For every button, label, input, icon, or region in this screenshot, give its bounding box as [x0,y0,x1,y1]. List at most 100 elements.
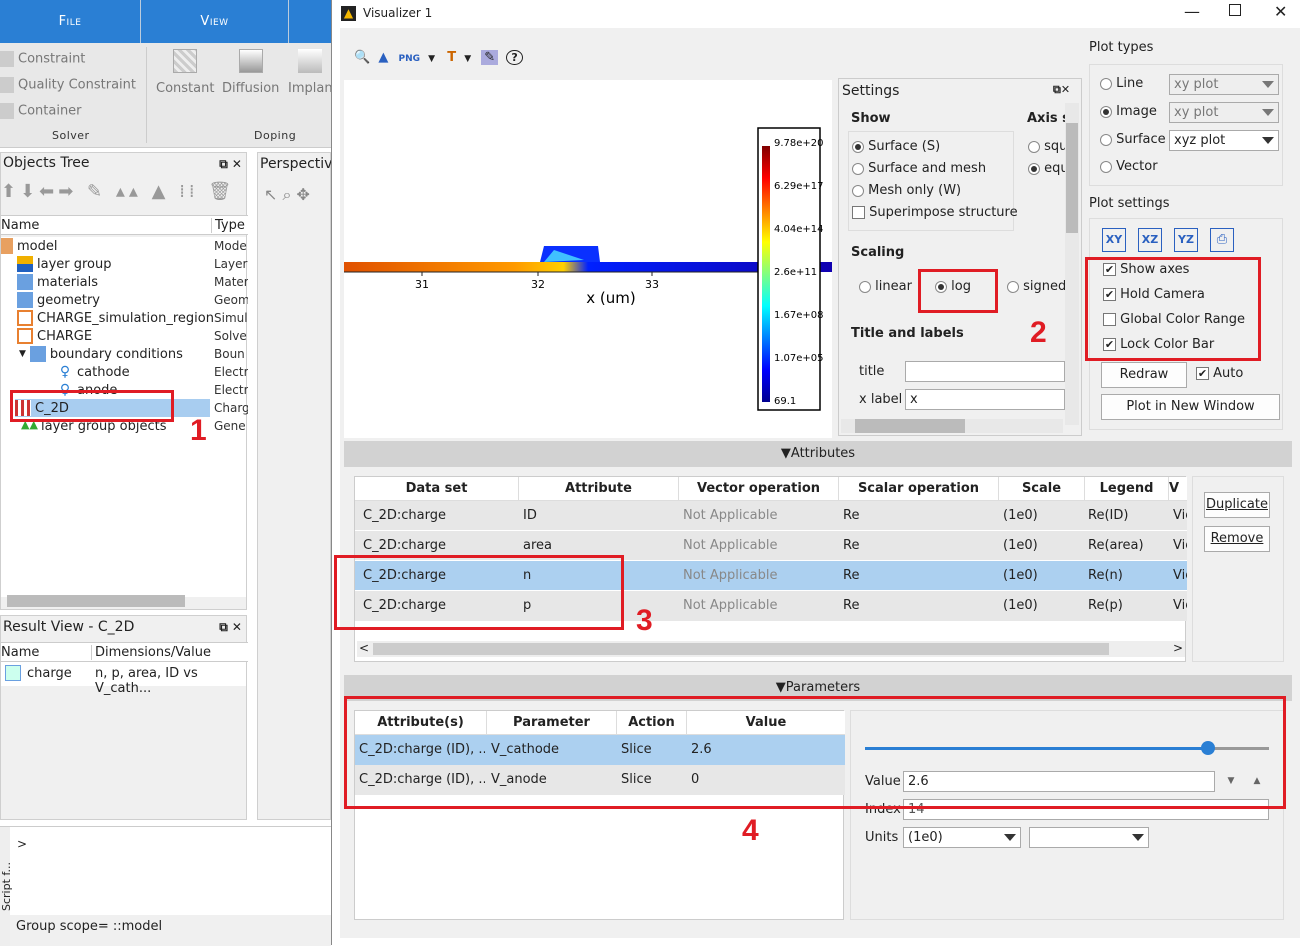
ribbon-implant[interactable]: Implan [288,49,333,96]
plot-new-window-button[interactable]: Plot in New Window [1101,394,1280,420]
attributes-hscroll[interactable]: < > [357,641,1185,657]
view-yz-button[interactable]: YZ [1174,228,1198,252]
tree-row-geometry[interactable]: geometry [17,291,100,309]
tree-row-charge[interactable]: CHARGE [17,327,92,345]
png-export-icon[interactable]: PNG [398,54,420,64]
tab-file[interactable]: File [0,0,141,43]
help-icon[interactable]: ? [506,50,523,65]
auto-checkbox[interactable]: ✔ Auto [1196,366,1243,381]
minimize-icon[interactable]: — [1184,2,1200,21]
tree-row-cathode[interactable]: ♀ cathode [57,363,130,381]
scroll-right-icon[interactable]: > [1173,641,1183,655]
attr-col-vector-op[interactable]: Vector operation [679,477,839,501]
script-side-tab[interactable]: Script f... [0,827,13,946]
mountain-icon[interactable]: ▲ [378,50,388,65]
chevron-down-icon [1262,137,1274,144]
view-xz-button[interactable]: XZ [1138,228,1162,252]
panel-close-icon[interactable]: ⧉ ✕ [219,157,242,172]
maximize-icon[interactable] [1229,4,1241,16]
chevron-down-icon [1004,834,1016,841]
plot-type-vector[interactable]: Vector [1100,159,1158,174]
title-input[interactable] [905,361,1065,382]
radio-icon [852,184,864,197]
radio-icon [1100,77,1112,90]
result-view-panel: Result View - C_2D ⧉ ✕ Name Dimensions/V… [0,615,248,820]
tree-row-simulation-region[interactable]: CHARGE_simulation_region [17,309,214,327]
radio-icon [852,140,864,153]
axis-equal-radio[interactable]: equ [1028,161,1069,176]
units-select-2[interactable] [1029,827,1149,848]
plot-type-surface[interactable]: Surface [1100,132,1166,147]
attr-col-attribute[interactable]: Attribute [519,477,679,501]
annotation-box-3 [334,555,624,630]
ribbon-constraint[interactable]: Constraint [0,51,85,67]
attr-col-scale[interactable]: Scale [999,477,1085,501]
attr-col-legend[interactable]: Legend [1085,477,1169,501]
attr-col-dataset[interactable]: Data set [355,477,519,501]
scaling-linear-radio[interactable]: linear [859,279,912,294]
plot-type-image-combo[interactable]: xy plot [1169,102,1279,123]
result-close-icon[interactable]: ⧉ ✕ [219,620,242,635]
scaling-signed-radio[interactable]: signed [1007,279,1066,294]
attr-col-view[interactable]: V [1169,477,1187,501]
result-col-name: Name [1,645,40,660]
text-icon[interactable]: T [447,50,456,65]
annotation-box-2 [918,269,998,313]
axis-square-radio[interactable]: squ [1028,139,1067,154]
tree-col-type: Type [211,218,245,233]
tree-row-layer-group[interactable]: layer group [17,255,112,273]
xlabel-input[interactable]: x [905,389,1065,410]
view-xy-button[interactable]: XY [1102,228,1126,252]
tree-row-materials[interactable]: materials [17,273,98,291]
plot-type-image[interactable]: Image [1100,104,1157,119]
superimpose-checkbox[interactable]: Superimpose structure [852,205,1018,220]
ribbon-container[interactable]: Container [0,103,82,119]
result-row-dims: n, p, area, ID vs V_cath... [95,666,198,696]
tree-scrollbar[interactable] [7,595,185,607]
ribbon-quality-constraint[interactable]: Quality Constraint [0,77,136,93]
remove-button[interactable]: Remove [1204,526,1270,552]
settings-hscroll[interactable] [841,419,1063,433]
tree-row-model[interactable]: model [1,237,57,255]
show-surface-radio[interactable]: Surface (S) [852,139,940,154]
result-col-dims: Dimensions/Value [91,645,211,660]
plot-canvas[interactable]: 31 32 33 x (um) 9.78e+20 6.29e+17 4.04e+… [344,80,832,438]
attributes-bar[interactable]: ▼Attributes [344,441,1292,467]
annotation-box-1 [10,390,174,422]
colorbar-tick-0: 9.78e+20 [774,138,824,149]
plot-type-line-combo[interactable]: xy plot [1169,74,1279,95]
colorbar-tick-6: 69.1 [774,396,796,407]
settings-title: Settings [842,83,900,99]
redraw-button[interactable]: Redraw [1101,362,1187,388]
attr-col-scalar-op[interactable]: Scalar operation [839,477,999,501]
duplicate-button[interactable]: Duplicate [1204,492,1270,518]
ribbon-constant[interactable]: Constant [156,49,214,96]
settings-close-icon[interactable]: ⧉✕ [1053,83,1070,97]
close-icon[interactable]: ✕ [1274,2,1287,21]
plot-type-line[interactable]: Line [1100,76,1143,91]
zoom-icon[interactable]: 🔍 [354,50,370,65]
settings-vscroll[interactable] [1065,103,1079,425]
show-mesh-only-radio[interactable]: Mesh only (W) [852,183,961,198]
perspective-tools-icon[interactable]: ↖ ⌕ ✥ [264,185,310,205]
text-dropdown-icon[interactable]: ▼ [464,54,471,64]
show-surface-mesh-radio[interactable]: Surface and mesh [852,161,986,176]
radio-icon [852,162,864,175]
save-view-icon[interactable]: ⎙ [1210,228,1234,252]
expand-icon[interactable]: ▼ [19,349,26,359]
charge-solver-icon [17,328,33,344]
annotation-4: 4 [742,814,759,847]
result-row-charge[interactable]: charge n, p, area, ID vs V_cath... [1,662,246,696]
tree-type-column: Mode Layer Mater Geom Simul Solve Boun Electr El… [214,239,248,433]
script-prompt[interactable]: > [17,837,27,851]
pencil-icon[interactable]: ✎ [481,50,499,65]
table-row[interactable]: C_2D:charge ID Not Applicable Re (1e0) Re(ID)… [355,501,1187,531]
scroll-left-icon[interactable]: < [359,641,369,655]
x-axis-label: x (um) [586,289,635,307]
ribbon-diffusion[interactable]: Diffusion [222,49,279,96]
png-dropdown-icon[interactable]: ▼ [428,54,435,64]
tab-view[interactable]: View [141,0,289,43]
plot-type-surface-combo[interactable]: xyz plot [1169,130,1279,151]
tree-row-boundary-conditions[interactable]: ▼ boundary conditions [19,345,183,363]
units-select[interactable]: (1e0) [903,827,1021,848]
